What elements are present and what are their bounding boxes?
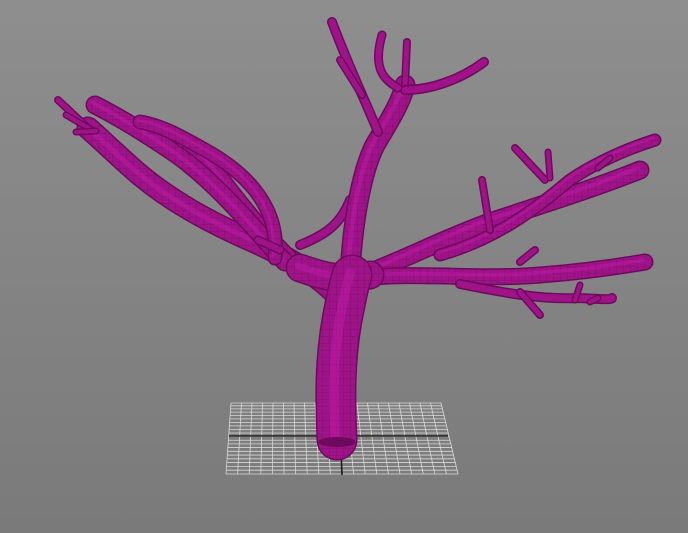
tree-branch[interactable] [72, 127, 100, 136]
grid-line [283, 402, 285, 475]
tree-branch[interactable] [571, 281, 584, 304]
tree-branch[interactable] [401, 38, 411, 89]
trunk-base [318, 437, 356, 447]
tree-branch[interactable] [586, 294, 602, 306]
tree-branch[interactable] [544, 148, 554, 182]
tree-trunk[interactable] [315, 254, 373, 461]
perspective-viewport[interactable] [0, 0, 688, 533]
viewport-canvas[interactable] [0, 0, 688, 533]
